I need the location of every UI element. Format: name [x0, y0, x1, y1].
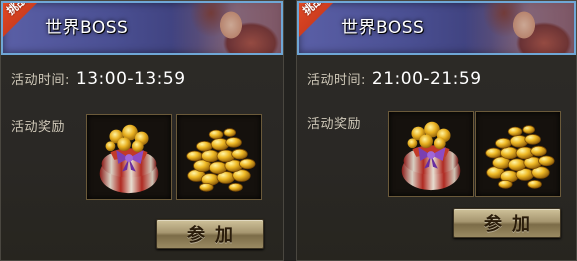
reward-row: 活动奖励: [11, 116, 65, 135]
boss-portrait-icon: [464, 3, 574, 53]
time-label: 活动时间:: [307, 73, 366, 88]
event-card-2: 挑战 世界BOSS 活动时间: 21:00-21:59 活动奖励 参加: [296, 0, 577, 261]
time-label: 活动时间:: [11, 73, 70, 88]
gold-coins-icon: [186, 128, 256, 192]
purple-ribbon-bag-icon: [401, 121, 461, 191]
event-title: 世界BOSS: [341, 18, 425, 38]
event-title: 世界BOSS: [45, 18, 129, 38]
time-value: 21:00-21:59: [371, 69, 482, 89]
time-row: 活动时间: 21:00-21:59: [307, 69, 482, 93]
join-button[interactable]: 参加: [156, 219, 264, 249]
join-button[interactable]: 参加: [453, 208, 561, 238]
boss-portrait-icon: [171, 3, 281, 53]
reward-slot-coins[interactable]: [475, 111, 561, 197]
time-value: 13:00-13:59: [75, 69, 186, 89]
badge-text: 挑战: [300, 1, 326, 18]
event-list: 挑战 世界BOSS 活动时间: 13:00-13:59 活动奖励 参加 挑战 世…: [0, 0, 577, 261]
reward-slot-coins[interactable]: [176, 114, 262, 200]
badge-text: 挑战: [4, 1, 30, 18]
event-header: 挑战 世界BOSS: [297, 1, 576, 55]
reward-label: 活动奖励: [11, 120, 66, 135]
reward-slot-bag[interactable]: [388, 111, 474, 197]
challenge-badge: 挑战: [299, 1, 335, 39]
gold-coins-icon: [485, 125, 555, 189]
challenge-badge: 挑战: [3, 1, 39, 39]
reward-label: 活动奖励: [307, 117, 362, 132]
event-header: 挑战 世界BOSS: [1, 1, 283, 55]
event-card-1: 挑战 世界BOSS 活动时间: 13:00-13:59 活动奖励 参加: [0, 0, 284, 261]
time-row: 活动时间: 13:00-13:59: [11, 69, 186, 93]
reward-row: 活动奖励: [307, 113, 361, 132]
reward-slot-bag[interactable]: [86, 114, 172, 200]
purple-ribbon-bag-icon: [99, 124, 159, 194]
